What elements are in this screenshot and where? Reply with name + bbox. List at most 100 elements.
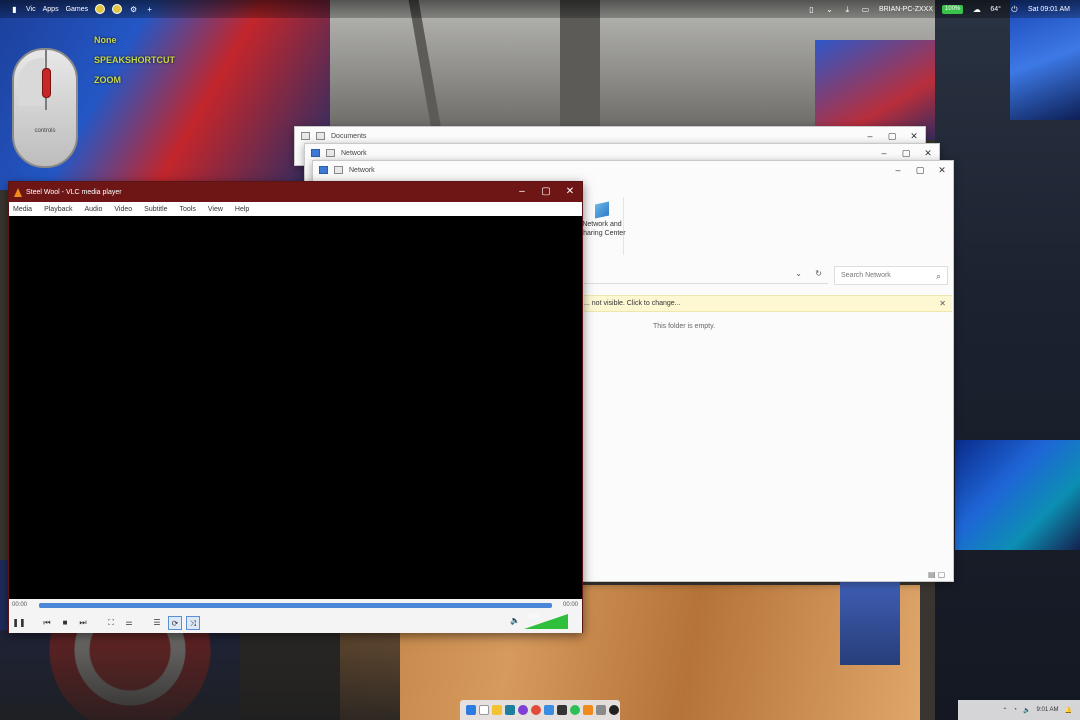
stop-button[interactable]: ■ <box>58 616 72 630</box>
search-icon[interactable] <box>479 705 489 715</box>
network-discovery-infobar[interactable]: ... not visible. Click to change... ✕ <box>584 295 952 312</box>
menu-help[interactable]: Help <box>235 206 249 213</box>
menu-audio[interactable]: Audio <box>84 206 102 213</box>
chevron-up-icon[interactable]: ⌃ <box>1002 707 1007 714</box>
browser-icon[interactable] <box>518 705 528 715</box>
mouse-wheel-icon[interactable] <box>42 68 51 98</box>
explorer-titlebar[interactable]: Network <box>313 161 953 179</box>
explorer-path: Documents <box>331 132 367 140</box>
chevron-down-icon[interactable]: ⌄ <box>825 5 834 14</box>
vlc-titlebar[interactable]: Steel Wool - VLC media player <box>9 182 582 202</box>
search-input[interactable]: Search Network ⌕ <box>834 266 948 285</box>
battery-indicator[interactable]: 100% <box>942 4 964 14</box>
close-icon[interactable]: ✕ <box>939 299 946 308</box>
shuffle-button[interactable]: ⤨ <box>186 616 200 630</box>
terminal-icon[interactable] <box>557 705 567 715</box>
view-toggle-icons[interactable]: ▤ ▢ <box>928 570 945 579</box>
settings-icon[interactable] <box>596 705 606 715</box>
vlc-icon[interactable] <box>583 705 593 715</box>
volume-percent: 100% <box>527 614 540 620</box>
loop-button[interactable]: ⟳ <box>168 616 182 630</box>
windows-start-icon[interactable] <box>466 705 476 715</box>
maximize-button[interactable]: ▢ <box>534 182 558 202</box>
refresh-icon[interactable]: ↻ <box>815 269 822 278</box>
edge-icon[interactable] <box>505 705 515 715</box>
search-icon[interactable]: ⌕ <box>936 271 941 282</box>
menu-tools[interactable]: Tools <box>180 206 196 213</box>
topbar-item-apps[interactable]: Apps <box>43 6 59 13</box>
topbar-item-games[interactable]: Games <box>66 6 89 13</box>
minimize-button[interactable]: – <box>887 161 909 179</box>
volume-icon[interactable]: 🔈 <box>1023 707 1030 714</box>
close-button[interactable]: ✕ <box>931 161 953 179</box>
monitor-icon: ▭ <box>861 4 870 14</box>
window-icon <box>301 132 310 140</box>
network-sharing-center-button[interactable]: Network and Sharing Center <box>578 201 626 238</box>
store-icon[interactable] <box>544 705 554 715</box>
menu-subtitle[interactable]: Subtitle <box>144 206 167 213</box>
menu-media[interactable]: Media <box>13 206 32 213</box>
menu-video[interactable]: Video <box>114 206 132 213</box>
explorer-path: Network <box>349 166 375 174</box>
notification-bell-icon[interactable]: 🔔 <box>1065 707 1072 714</box>
arcade-cabinet <box>840 580 900 665</box>
vlc-video-area[interactable] <box>9 216 582 599</box>
menu-view[interactable]: View <box>208 206 223 213</box>
window-controls: – ▢ ✕ <box>887 161 953 179</box>
volume-slider[interactable]: 🔈 100% <box>510 614 574 631</box>
chevron-down-icon[interactable]: ⌄ <box>795 269 802 278</box>
clipboard-icon[interactable]: ▯ <box>807 5 816 14</box>
taskbar <box>460 700 620 720</box>
topbar-item-vic[interactable]: Vic <box>26 6 36 13</box>
vlc-controls-bar: ❚❚ ⏮ ■ ⏭ ⛶ ⚌ ☰ ⟳ ⤨ <box>9 613 582 633</box>
window-controls: – ▢ ✕ <box>510 182 582 202</box>
maximize-button[interactable]: ▢ <box>909 161 931 179</box>
next-button[interactable]: ⏭ <box>76 616 90 630</box>
address-bar[interactable]: ⌄ ↻ <box>584 266 828 284</box>
cloud-icon: ☁ <box>972 4 981 14</box>
download-icon[interactable]: ⤓ <box>843 5 852 14</box>
status-dot-icon[interactable] <box>112 4 123 14</box>
network-sharing-icon <box>595 201 609 219</box>
speaker-icon[interactable]: 🔈 <box>510 616 520 625</box>
file-explorer-icon[interactable] <box>492 705 502 715</box>
seek-slider[interactable] <box>39 603 552 608</box>
vlc-media-player-window[interactable]: Steel Wool - VLC media player – ▢ ✕ Medi… <box>8 181 583 633</box>
tray-clock[interactable]: 9:01 AM <box>1037 707 1059 713</box>
time-elapsed: 00:00 <box>12 602 28 608</box>
playlist-button[interactable]: ☰ <box>150 616 164 630</box>
clock[interactable]: Sat 09:01 AM <box>1028 6 1070 13</box>
menu-playback[interactable]: Playback <box>44 206 72 213</box>
folder-icon <box>326 149 335 157</box>
pause-button[interactable]: ❚❚ <box>12 616 26 630</box>
obs-icon[interactable] <box>609 705 619 715</box>
time-total[interactable]: 00:00 <box>563 602 578 608</box>
binding-label-none: None <box>94 35 117 45</box>
wifi-icon[interactable]: ◔ <box>1013 707 1017 713</box>
close-button[interactable]: ✕ <box>558 182 582 202</box>
minimize-button[interactable]: – <box>510 182 534 202</box>
mouse-controls-widget[interactable]: controls <box>12 48 78 168</box>
search-placeholder: Search Network <box>841 272 891 279</box>
plus-icon[interactable]: + <box>145 5 154 14</box>
vlc-cone-icon <box>14 187 22 197</box>
spotify-icon[interactable] <box>570 705 580 715</box>
network-name[interactable]: BRIAN-PC-ZXXX <box>879 6 933 13</box>
gear-icon[interactable]: ⚙ <box>129 5 138 14</box>
mouse-binding-labels: None SPEAKSHORTCUT ZOOM <box>94 30 175 90</box>
temperature[interactable]: 64° <box>990 6 1001 13</box>
mouse-left-button[interactable] <box>18 58 44 106</box>
extended-settings-button[interactable]: ⚌ <box>122 616 136 630</box>
vlc-seek-bar: 00:00 00:00 <box>9 599 582 613</box>
binding-label-shortcut: SPEAKSHORTCUT <box>94 55 176 65</box>
flag-icon[interactable]: ▮ <box>10 5 19 14</box>
fullscreen-button[interactable]: ⛶ <box>104 616 118 630</box>
explorer-path: Network <box>341 149 367 157</box>
chrome-icon[interactable] <box>531 705 541 715</box>
infobar-text[interactable]: ... not visible. Click to change... <box>584 300 681 307</box>
power-icon[interactable]: ⏻ <box>1010 5 1019 14</box>
top-status-bar: ▮ Vic Apps Games ⚙ + ▯ ⌄ ⤓ ▭ BRIAN-PC-ZX… <box>0 0 1080 18</box>
arcade-cabinet <box>815 40 955 140</box>
status-dot-icon[interactable] <box>95 4 106 14</box>
previous-button[interactable]: ⏮ <box>40 616 54 630</box>
